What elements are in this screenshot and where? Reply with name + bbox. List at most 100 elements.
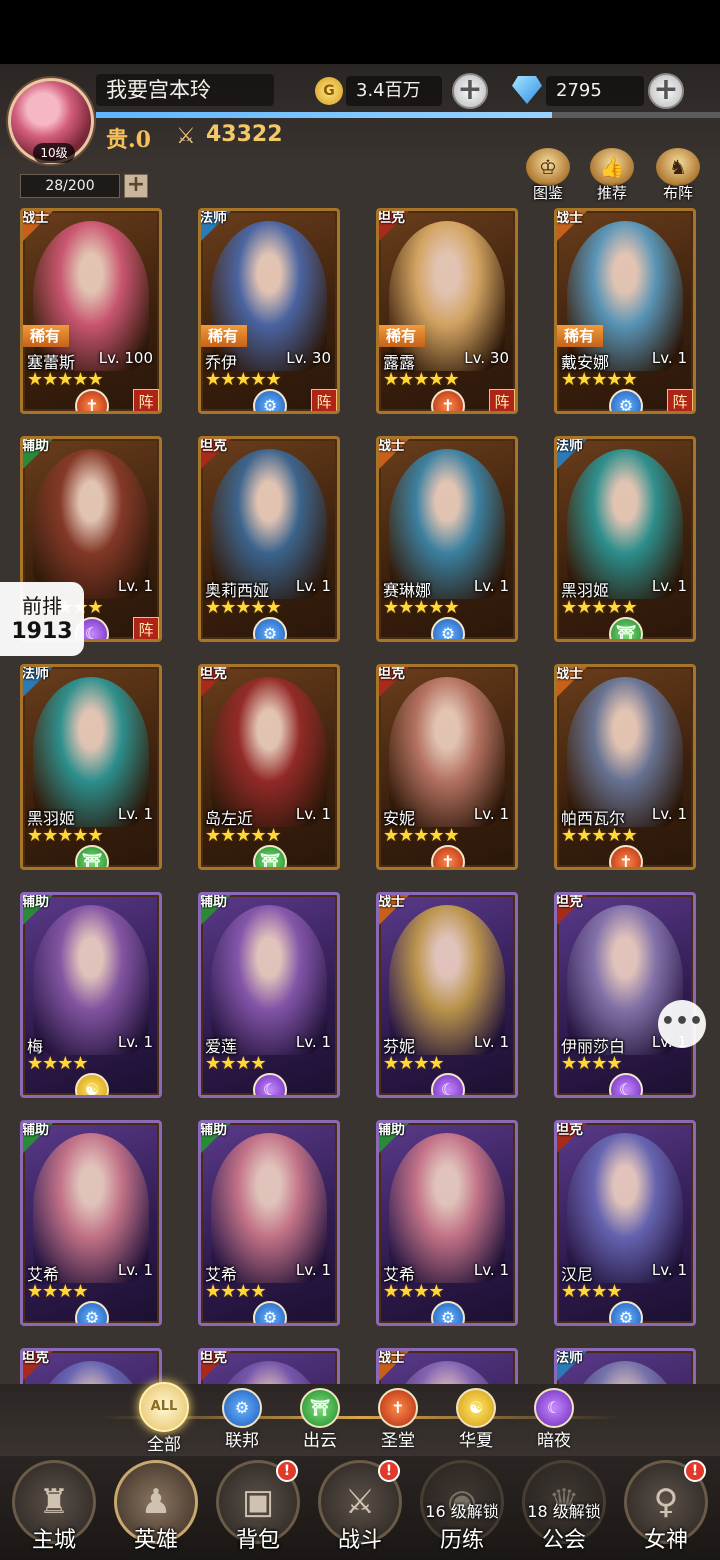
hero-card[interactable]: 坦克伊丽莎白Lv. 1★★★★☾ [554, 892, 696, 1098]
in-formation-badge: 阵 [133, 617, 159, 639]
faction-union-icon: ⚙ [75, 1301, 109, 1323]
hero-role: 坦克 [377, 666, 405, 682]
hero-card[interactable]: 法师 黑羽姬 Lv. 1 ★★★★★ ⛩ [554, 436, 696, 642]
hero-card[interactable]: 战士 稀有 戴安娜 Lv. 1 ★★★★★ ⚙ 阵 [554, 208, 696, 414]
hero-role: 辅助 [21, 894, 49, 910]
nav-hero-hood[interactable]: ♟ 英雄 [110, 1460, 202, 1556]
add-gold-button[interactable]: + [452, 73, 488, 109]
filter-huaxia[interactable]: ☯ 华夏 [446, 1388, 506, 1451]
expand-capacity-button[interactable]: + [124, 174, 148, 198]
hero-card[interactable]: 辅助梅 Lv. 1 ★★★★ ☯ [20, 892, 162, 1098]
hero-grid: 战士 稀有 塞蕾斯 Lv. 100 ★★★★★ ✝ 阵法师 稀有 乔伊 Lv. 30 ★★★★★ ⚙ 阵… [0, 206, 720, 1384]
in-formation-badge: 阵 [311, 389, 337, 411]
filter-izumo[interactable]: ⛩ 出云 [290, 1388, 350, 1451]
formation-button[interactable]: ♞ 布阵 [652, 148, 704, 204]
hero-level: Lv. 1 [295, 577, 331, 595]
status-bar [0, 0, 720, 64]
chat-icon[interactable]: ••• [658, 1000, 706, 1048]
hero-card[interactable]: 法师 黑羽姬 Lv. 1 ★★★★★ ⛩ [20, 664, 162, 870]
hero-role: 坦克 [21, 1350, 49, 1366]
hero-role: 坦克 [377, 210, 405, 226]
hero-role: 战士 [555, 210, 583, 226]
nav-label: 主城 [31, 1528, 76, 1553]
hero-card[interactable]: 辅助 艾希 Lv. 1 ★★★★ ⚙ [198, 1120, 340, 1326]
star-rating: ★★★★★ [383, 825, 460, 846]
hero-level: Lv. 1 [473, 577, 509, 595]
faction-night-icon: ☾ [534, 1388, 574, 1428]
hero-role: 法师 [199, 210, 227, 226]
filter-label: 联邦 [225, 1431, 259, 1451]
hero-card[interactable]: 法师 稀有 乔伊 Lv. 30 ★★★★★ ⚙ 阵 [198, 208, 340, 414]
hero-level: Lv. 1 [295, 1261, 331, 1279]
nav-map-pin[interactable]: ◉ 16 级解锁 历练 [416, 1460, 508, 1556]
hero-card[interactable]: 坦克 稀有 露露 Lv. 30 ★★★★★ ✝ 阵 [376, 208, 518, 414]
hero-level: Lv. 30 [464, 349, 509, 367]
nav-castle[interactable]: ♜ 主城 [8, 1460, 100, 1556]
hero-level: Lv. 1 [651, 349, 687, 367]
star-rating: ★★★★ [561, 1281, 623, 1302]
hero-card[interactable]: 战士 [376, 1348, 518, 1384]
hero-role: 坦克 [555, 894, 583, 910]
nav-goddess[interactable]: ♀ 女神! [620, 1460, 712, 1556]
faction-all-icon: ALL [139, 1382, 189, 1432]
hero-card[interactable]: 坦克 [198, 1348, 340, 1384]
star-rating: ★★★★ [205, 1281, 267, 1302]
hero-card[interactable]: 坦克 安妮 Lv. 1 ★★★★★ ✝ [376, 664, 518, 870]
faction-union-icon: ⚙ [609, 1301, 643, 1323]
hero-role: 战士 [377, 1350, 405, 1366]
knight-icon: ♞ [656, 148, 700, 186]
hero-role: 战士 [21, 210, 49, 226]
nav-backpack[interactable]: ▣ 背包! [212, 1460, 304, 1556]
hero-card[interactable]: 战士 帕西瓦尔 Lv. 1 ★★★★★ ✝ [554, 664, 696, 870]
faction-temple-icon: ✝ [609, 845, 643, 867]
filter-temple[interactable]: ✝ 圣堂 [368, 1388, 428, 1451]
faction-night-icon: ☾ [431, 1073, 465, 1095]
hero-card[interactable]: 坦克 奥莉西娅 Lv. 1 ★★★★★ ⚙ [198, 436, 340, 642]
hero-role: 战士 [555, 666, 583, 682]
hero-role: 辅助 [21, 1122, 49, 1138]
nav-label: 英雄 [133, 1528, 178, 1553]
nav-crown[interactable]: ♛ 18 级解锁 公会 [518, 1460, 610, 1556]
hero-card[interactable]: 辅助 爱莲 Lv. 1 ★★★★ ☾ [198, 892, 340, 1098]
star-rating: ★★★★★ [561, 597, 638, 618]
hero-card[interactable]: 战士 稀有 塞蕾斯 Lv. 100 ★★★★★ ✝ 阵 [20, 208, 162, 414]
star-rating: ★★★★ [383, 1281, 445, 1302]
nav-label: 女神 [643, 1528, 688, 1553]
hero-card[interactable]: 坦克 汉尼 Lv. 1 ★★★★ ⚙ [554, 1120, 696, 1326]
hero-card[interactable]: 坦克 岛左近 Lv. 1 ★★★★★ ⛩ [198, 664, 340, 870]
hero-role: 辅助 [199, 894, 227, 910]
faction-temple-icon: ✝ [431, 389, 465, 411]
hero-capacity: 28/200 [20, 174, 120, 198]
codex-button[interactable]: ♔ 图鉴 [522, 148, 574, 204]
combat-power: 43322 [206, 122, 283, 147]
filter-night[interactable]: ☾ 暗夜 [524, 1388, 584, 1451]
crossed-swords-icon: ⚔ [176, 124, 196, 149]
filter-union[interactable]: ⚙ 联邦 [212, 1388, 272, 1451]
hero-card[interactable]: 战士 赛琳娜 Lv. 1 ★★★★★ ⚙ [376, 436, 518, 642]
vip-rank: 贵.0 [106, 127, 151, 153]
front-row-rank-widget[interactable]: 前排 1913 [0, 582, 84, 656]
recommend-button[interactable]: 👍 推荐 [586, 148, 638, 204]
thumbs-up-icon: 👍 [590, 148, 634, 186]
gem-amount: 2795 [546, 76, 644, 106]
hero-card[interactable]: 法师 [554, 1348, 696, 1384]
hero-role: 坦克 [199, 1350, 227, 1366]
hero-card[interactable]: 战士 芬妮 Lv. 1 ★★★★ ☾ [376, 892, 518, 1098]
nav-crossed-swords[interactable]: ⚔ 战斗! [314, 1460, 406, 1556]
filter-all[interactable]: ALL 全部 [134, 1382, 194, 1455]
faction-izumo-icon: ⛩ [300, 1388, 340, 1428]
gold-amount: 3.4百万 [346, 76, 442, 106]
hero-card[interactable]: 辅助 艾希 Lv. 1 ★★★★ ⚙ [376, 1120, 518, 1326]
hero-card[interactable]: 辅助 艾希 Lv. 1 ★★★★ ⚙ [20, 1120, 162, 1326]
faction-union-icon: ⚙ [253, 617, 287, 639]
notification-badge: ! [684, 1460, 706, 1482]
star-rating: ★★★★ [383, 1053, 445, 1074]
faction-union-icon: ⚙ [609, 389, 643, 411]
add-gems-button[interactable]: + [648, 73, 684, 109]
player-avatar[interactable]: 10级 [8, 78, 94, 164]
hero-level: Lv. 1 [473, 1261, 509, 1279]
hero-card[interactable]: 坦克 [20, 1348, 162, 1384]
hero-role: 辅助 [199, 1122, 227, 1138]
faction-izumo-icon: ⛩ [609, 617, 643, 639]
faction-temple-icon: ✝ [431, 845, 465, 867]
